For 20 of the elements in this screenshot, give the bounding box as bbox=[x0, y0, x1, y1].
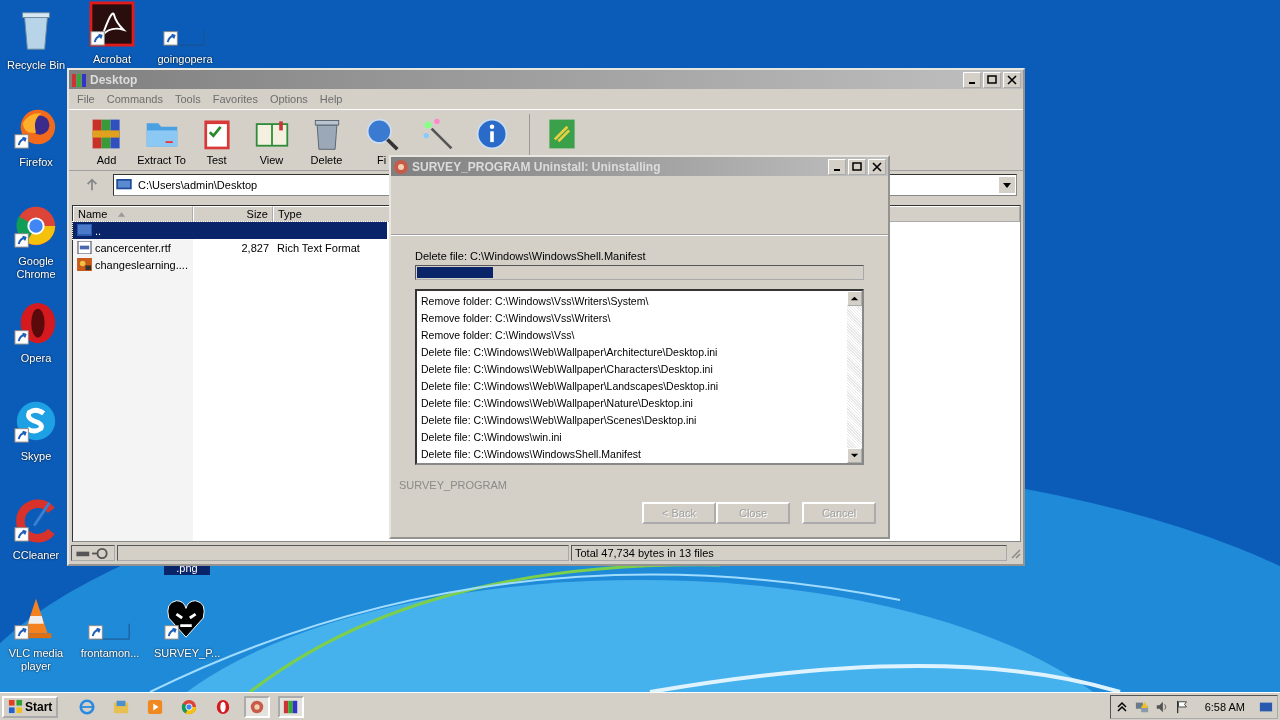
file-name: changeslearning.... bbox=[95, 258, 188, 271]
log-line: Delete file: C:\Windows\Web\Wallpaper\Architecture\Desktop.ini bbox=[421, 345, 719, 360]
window-title: Desktop bbox=[90, 72, 139, 87]
status-text: Total 47,734 bytes in 13 files bbox=[571, 545, 1007, 561]
log-line: Delete file: C:\Windows\Web\Wallpaper\Characters\Desktop.ini bbox=[421, 362, 714, 377]
brand-text: SURVEY_PROGRAM bbox=[399, 479, 508, 491]
file-type: Rich Text Format bbox=[277, 241, 360, 254]
log-line: Remove folder: C:\Windows\Vss\ bbox=[421, 328, 576, 343]
status-text: Delete file: C:\Windows\WindowsShell.Manifest bbox=[415, 250, 647, 262]
file-name: .. bbox=[95, 224, 102, 237]
log-line: Delete file: C:\Windows\win.ini bbox=[421, 430, 563, 445]
log-line: Delete file: C:\Windows\WindowsShell.Manifest bbox=[421, 447, 642, 462]
window-title: SURVEY_PROGRAM Uninstall: Uninstalling bbox=[412, 159, 662, 174]
log-line: Delete file: C:\Windows\Web\Wallpaper\Scenes\Desktop.ini bbox=[421, 413, 698, 428]
log-line: Remove folder: C:\Windows\Vss\Writers\System\ bbox=[421, 294, 650, 309]
log-line: Remove folder: C:\Windows\Vss\Writers\ bbox=[421, 311, 612, 326]
file-name: cancercenter.rtf bbox=[95, 241, 171, 254]
file-size: 2,827 bbox=[241, 241, 269, 254]
log-line: Delete file: C:\Windows\Web\Wallpaper\Landscapes\Desktop.ini bbox=[421, 379, 720, 394]
log-line: Delete file: C:\Windows\Web\Wallpaper\Nature\Desktop.ini bbox=[421, 396, 694, 411]
